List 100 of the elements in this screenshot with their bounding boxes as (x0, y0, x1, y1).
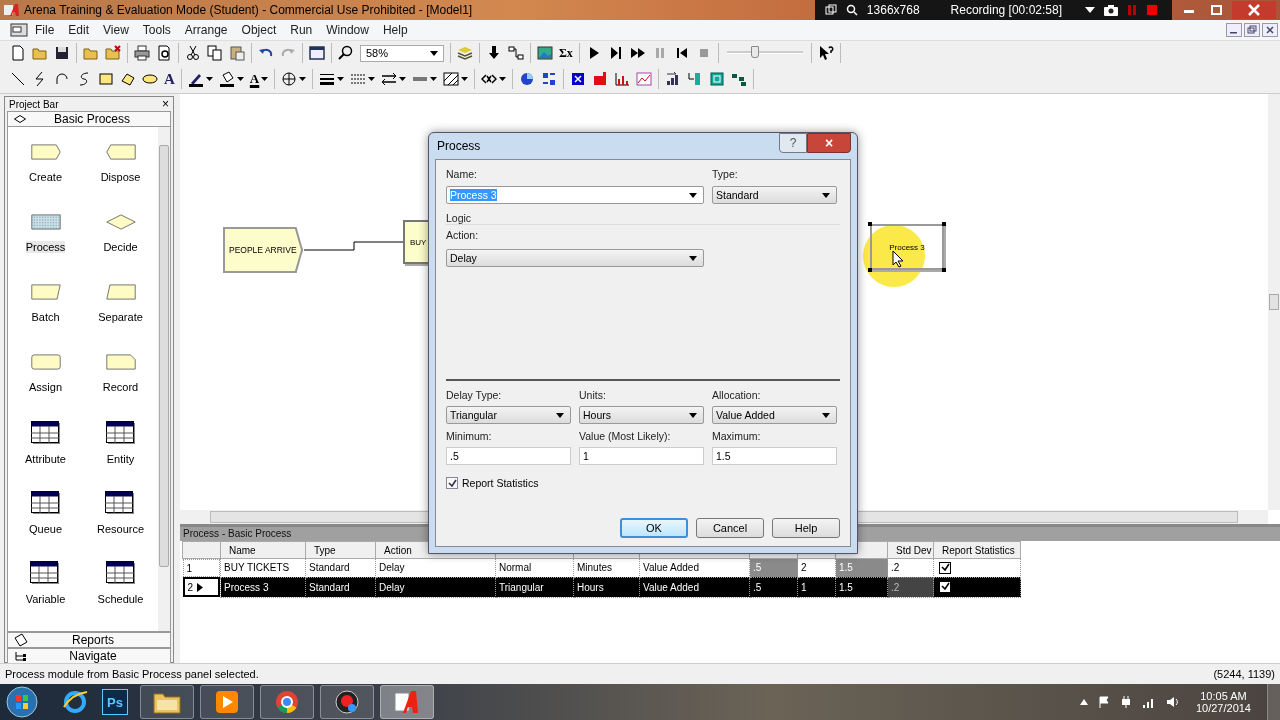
column-header[interactable]: Std Dev (887, 541, 934, 559)
folder-icon[interactable] (153, 690, 181, 714)
stop-icon[interactable] (1146, 4, 1158, 16)
panel-header[interactable]: Basic Process (7, 111, 171, 127)
text-tool-button[interactable]: A (164, 70, 175, 88)
caret-icon[interactable] (461, 77, 469, 81)
line-chart-icon[interactable] (636, 71, 653, 87)
menu-item[interactable]: View (96, 23, 136, 37)
action-dropdown[interactable]: Delay (446, 249, 704, 267)
arc-icon[interactable] (54, 71, 70, 87)
camera-icon[interactable] (1104, 4, 1118, 16)
menu-item[interactable]: Object (234, 23, 284, 37)
clipboard-icon[interactable] (229, 45, 245, 61)
dashes-icon[interactable] (350, 71, 367, 87)
module-item[interactable]: Entity (103, 421, 138, 465)
caret-icon[interactable] (299, 77, 307, 81)
module-item[interactable]: Assign (27, 351, 64, 393)
caret-icon[interactable] (261, 77, 269, 81)
font-color-button[interactable]: A (249, 71, 260, 87)
caret-icon[interactable] (205, 77, 213, 81)
caret-icon[interactable] (236, 77, 244, 81)
clock[interactable]: 10:05 AM 10/27/2014 (1189, 690, 1257, 714)
row-header[interactable]: 2 (182, 577, 220, 597)
pie-icon[interactable] (519, 71, 536, 87)
scrollbar[interactable] (158, 127, 170, 631)
photoshop-button[interactable]: Ps (102, 689, 128, 715)
module-item[interactable]: Batch (28, 281, 63, 323)
arena-icon[interactable] (393, 689, 421, 715)
caret-icon[interactable] (430, 77, 438, 81)
caret-icon[interactable] (368, 77, 376, 81)
start-orb-icon[interactable] (6, 686, 38, 718)
module-item[interactable]: Record (100, 351, 141, 393)
menu-item[interactable]: Run (283, 23, 320, 37)
module-block[interactable]: Process 3 (870, 224, 944, 270)
module-block[interactable]: PEOPLE ARRIVE (223, 227, 303, 273)
search-icon[interactable] (845, 4, 858, 16)
blocks-icon[interactable] (731, 71, 748, 87)
help-pointer-icon[interactable] (817, 45, 834, 61)
floppy-icon[interactable] (54, 45, 70, 61)
rectangle-icon[interactable] (98, 71, 114, 87)
folder-icon[interactable] (83, 45, 99, 61)
bucket-icon[interactable] (218, 71, 235, 87)
dropdown-icon[interactable] (1085, 6, 1095, 14)
module-item[interactable]: Variable (23, 561, 68, 605)
globe-icon[interactable] (62, 689, 88, 715)
document-icon[interactable] (10, 22, 28, 38)
flag-icon[interactable] (1097, 696, 1110, 708)
signal-icon[interactable] (1141, 696, 1156, 708)
line-icon[interactable] (10, 71, 26, 87)
module-item[interactable]: Resource (94, 491, 147, 535)
close-icon[interactable] (1262, 23, 1278, 37)
block-icon[interactable] (592, 71, 609, 87)
dropdown[interactable]: Hours (579, 406, 704, 424)
menu-item[interactable]: Help (375, 23, 415, 37)
dialog-button[interactable]: Help (772, 518, 840, 538)
digits-icon[interactable] (541, 71, 558, 87)
column-header[interactable]: Report Statistics (933, 541, 1021, 559)
printer-icon[interactable] (134, 45, 150, 61)
folder-cross-icon[interactable] (105, 45, 121, 61)
hatch-icon[interactable] (443, 71, 460, 87)
frame-icon[interactable] (709, 71, 726, 87)
show-hidden-icon[interactable] (1079, 699, 1088, 705)
document-icon[interactable] (10, 45, 26, 61)
record-icon[interactable] (334, 689, 360, 715)
panel-header[interactable]: Navigate (7, 648, 171, 664)
caret-icon[interactable] (499, 77, 507, 81)
restore-icon[interactable] (1244, 23, 1260, 37)
menu-item[interactable]: File (28, 23, 62, 37)
ellipse-icon[interactable] (142, 71, 158, 87)
type-dropdown[interactable]: Standard (712, 186, 837, 204)
checkbox[interactable] (939, 561, 951, 574)
zoom-dropdown[interactable]: 58% (360, 44, 444, 62)
module-item[interactable]: Decide (101, 211, 140, 253)
menu-item[interactable]: Arrange (177, 23, 235, 37)
double-arrow-icon[interactable] (381, 71, 398, 87)
window-icon[interactable] (309, 45, 325, 61)
menu-item[interactable]: Edit (61, 23, 97, 37)
fast-forward-icon[interactable] (629, 45, 646, 61)
column-header[interactable]: Type (305, 541, 376, 559)
pause-icon[interactable] (1127, 4, 1137, 16)
picture-icon[interactable] (537, 45, 553, 61)
sum-button[interactable]: Σx (559, 45, 573, 61)
dropdown[interactable]: Triangular (446, 406, 571, 424)
down-arrow-icon[interactable] (486, 45, 502, 61)
globe-icon[interactable] (281, 71, 298, 87)
dropdown[interactable]: Value Added (712, 406, 837, 424)
polygon-icon[interactable] (120, 71, 136, 87)
close-button[interactable]: × (162, 97, 169, 111)
module-item[interactable]: Attribute (23, 421, 68, 465)
caret-icon[interactable] (399, 77, 407, 81)
module-item[interactable]: Create (27, 141, 64, 183)
media-player-icon[interactable] (214, 689, 240, 715)
module-item[interactable]: Separate (96, 281, 145, 323)
panel-header[interactable]: Reports (7, 632, 171, 648)
speaker-icon[interactable] (1165, 696, 1180, 708)
checkbox[interactable] (446, 477, 458, 489)
minimize-icon[interactable] (1226, 23, 1242, 37)
input-field[interactable]: 1.5 (712, 447, 837, 465)
help-button[interactable]: ? (779, 133, 807, 153)
module-item[interactable]: Dispose (98, 141, 143, 183)
